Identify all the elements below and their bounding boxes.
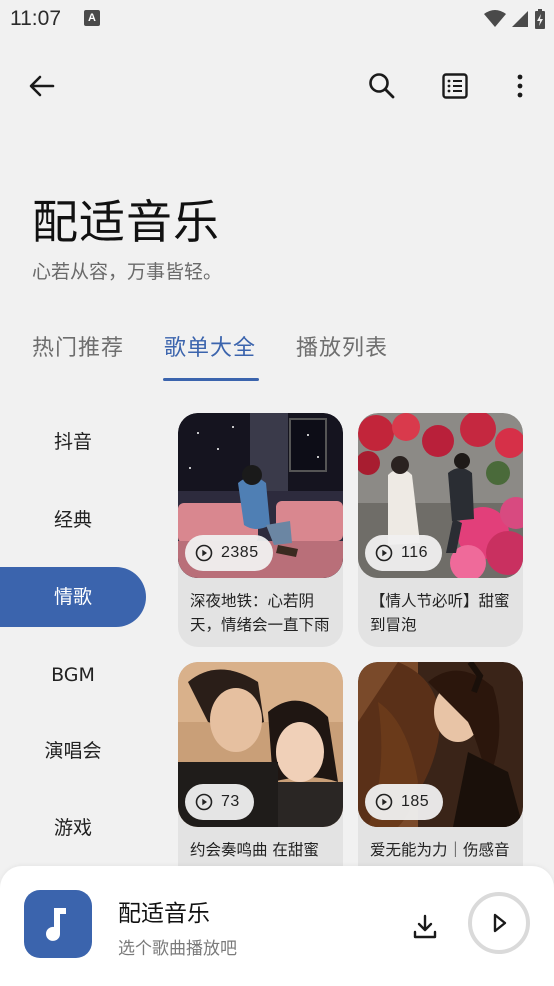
play-count: 185 [401,793,430,810]
sidebar-item-love-songs[interactable]: 情歌 [0,567,146,627]
play-count: 2385 [221,544,259,561]
download-icon [413,914,437,939]
search-button[interactable] [362,66,402,106]
search-icon [369,73,395,99]
music-note-icon [46,908,66,941]
play-circle-icon [375,544,393,562]
playlist-title: 深夜地铁：心若阴天，情绪会一直下雨 [190,592,330,634]
playlist-card[interactable]: 2385 深夜地铁：心若阴天，情绪会一直下雨 [178,413,343,647]
sidebar-item-concert[interactable]: 演唱会 [0,721,146,781]
tab-hot-recommend[interactable]: 热门推荐 [32,330,124,362]
playlist-card[interactable]: 73 约会奏鸣曲 在甜蜜 [178,662,343,896]
back-button[interactable] [22,66,62,106]
active-tab-indicator [163,378,259,381]
battery-icon [535,9,545,29]
playlist-card[interactable]: 185 爱无能为力｜伤感音 [358,662,523,896]
page-title: 配适音乐 [32,195,220,249]
playlist-title: 约会奏鸣曲 在甜蜜 [190,841,319,859]
more-vert-icon [517,74,523,98]
tab-play-queue[interactable]: 播放列表 [296,330,388,362]
player-title: 配适音乐 [118,901,210,927]
play-count: 73 [221,793,240,810]
play-count-badge: 2385 [185,535,273,571]
play-circle-icon [195,793,213,811]
download-button[interactable] [408,910,442,944]
player-cover [24,890,92,958]
tab-playlists[interactable]: 歌单大全 [164,330,256,362]
sidebar-item-game[interactable]: 游戏 [0,798,146,858]
status-bar: 11:07 A [0,0,554,38]
playlist-title: 【情人节必听】甜蜜到冒泡 [370,592,510,634]
mini-player[interactable]: 配适音乐 选个歌曲播放吧 [0,866,554,986]
list-icon [442,73,468,99]
playlist-title: 爱无能为力｜伤感音 [370,841,510,859]
more-options-button[interactable] [500,66,540,106]
playlist-card[interactable]: 116 【情人节必听】甜蜜到冒泡 [358,413,523,647]
play-icon [493,913,507,933]
status-icons [483,8,546,30]
signal-icon [511,11,528,27]
play-count-badge: 73 [185,784,254,820]
status-time: 11:07 [10,7,61,30]
back-arrow-icon [29,75,55,97]
player-subtitle: 选个歌曲播放吧 [118,939,237,959]
app-bar [0,56,554,116]
play-count: 116 [401,544,429,561]
play-count-badge: 185 [365,784,444,820]
wifi-icon [483,10,506,27]
page-subtitle: 心若从容，万事皆轻。 [32,261,223,283]
play-button[interactable] [468,892,530,954]
play-count-badge: 116 [365,535,443,571]
play-circle-icon [375,793,393,811]
sidebar-item-bgm[interactable]: BGM [0,645,146,705]
play-circle-icon [195,544,213,562]
sidebar-item-douyin[interactable]: 抖音 [0,412,146,472]
playlist-view-button[interactable] [435,66,475,106]
sidebar-item-classic[interactable]: 经典 [0,490,146,550]
tab-bar: 热门推荐 歌单大全 播放列表 [0,326,554,386]
notification-icon: A [84,10,100,26]
